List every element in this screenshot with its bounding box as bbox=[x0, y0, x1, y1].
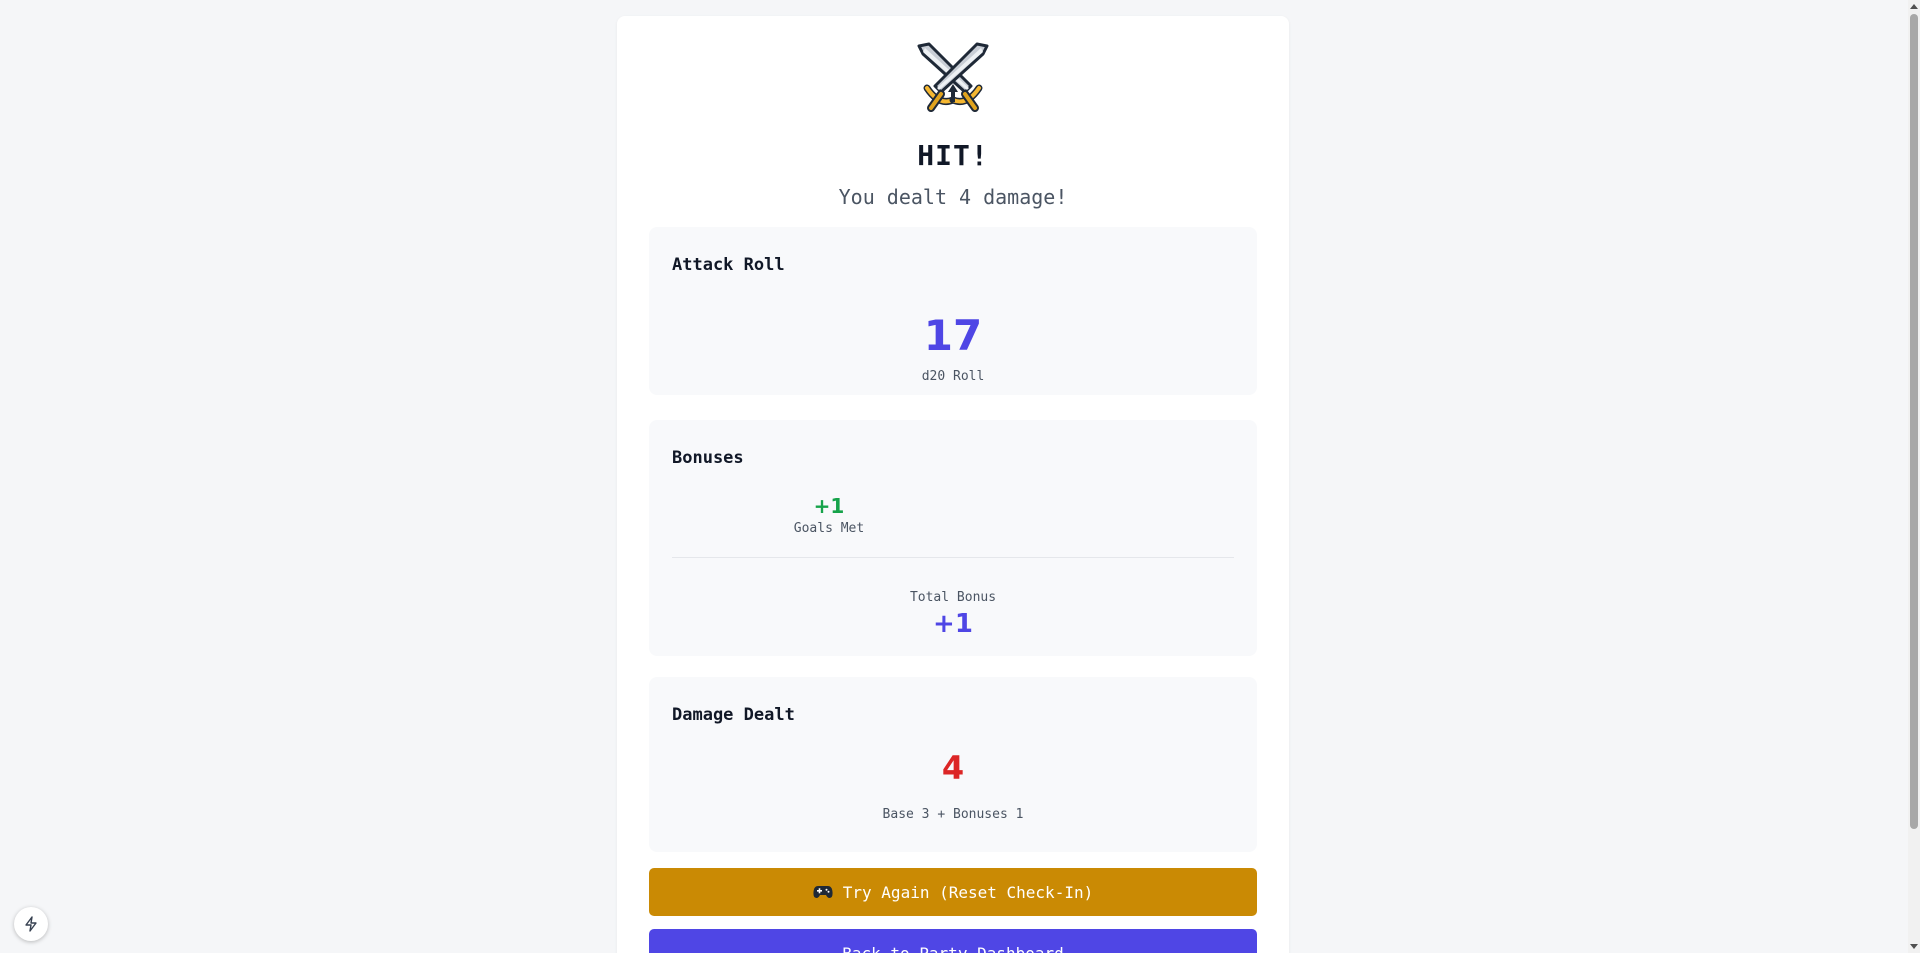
result-card: HIT! You dealt 4 damage! Attack Roll 17 … bbox=[617, 16, 1289, 953]
bonus-item: +1 Goals Met bbox=[759, 493, 899, 536]
lightning-icon bbox=[25, 916, 37, 932]
result-subtitle: You dealt 4 damage! bbox=[838, 185, 1068, 209]
damage-title: Damage Dealt bbox=[672, 705, 795, 725]
attack-roll-title: Attack Roll bbox=[672, 255, 785, 275]
dev-tools-badge[interactable] bbox=[14, 907, 48, 941]
scroll-down-arrow-icon[interactable] bbox=[1910, 944, 1918, 949]
damage-panel: Damage Dealt 4 Base 3 + Bonuses 1 bbox=[649, 677, 1257, 852]
page-scrollbar[interactable] bbox=[1908, 0, 1920, 953]
scrollbar-thumb[interactable] bbox=[1910, 14, 1918, 829]
bonus-item-value: +1 bbox=[813, 494, 845, 518]
scroll-up-arrow-icon[interactable] bbox=[1910, 4, 1918, 9]
attack-roll-caption: d20 Roll bbox=[921, 369, 985, 384]
back-to-dashboard-button[interactable]: Back to Party Dashboard bbox=[649, 929, 1257, 953]
back-to-dashboard-label: Back to Party Dashboard bbox=[842, 943, 1064, 953]
attack-roll-value: 17 bbox=[923, 311, 983, 360]
bonuses-title: Bonuses bbox=[672, 448, 744, 468]
crossed-swords-icon bbox=[917, 42, 989, 112]
page: HIT! You dealt 4 damage! Attack Roll 17 … bbox=[0, 0, 1920, 953]
attack-roll-panel: Attack Roll 17 d20 Roll bbox=[649, 227, 1257, 395]
gamepad-icon bbox=[813, 886, 833, 898]
total-bonus-label: Total Bonus bbox=[909, 590, 997, 605]
bonuses-panel: Bonuses +1 Goals Met Total Bonus +1 bbox=[649, 420, 1257, 656]
try-again-label: Try Again (Reset Check-In) bbox=[842, 882, 1094, 902]
total-bonus-value: +1 bbox=[933, 609, 973, 639]
damage-value: 4 bbox=[941, 749, 965, 787]
try-again-button[interactable]: Try Again (Reset Check-In) bbox=[649, 868, 1257, 916]
result-title: HIT! bbox=[917, 139, 989, 172]
bonus-divider bbox=[672, 557, 1234, 558]
damage-caption: Base 3 + Bonuses 1 bbox=[882, 807, 1024, 822]
bonus-item-label: Goals Met bbox=[793, 521, 865, 536]
